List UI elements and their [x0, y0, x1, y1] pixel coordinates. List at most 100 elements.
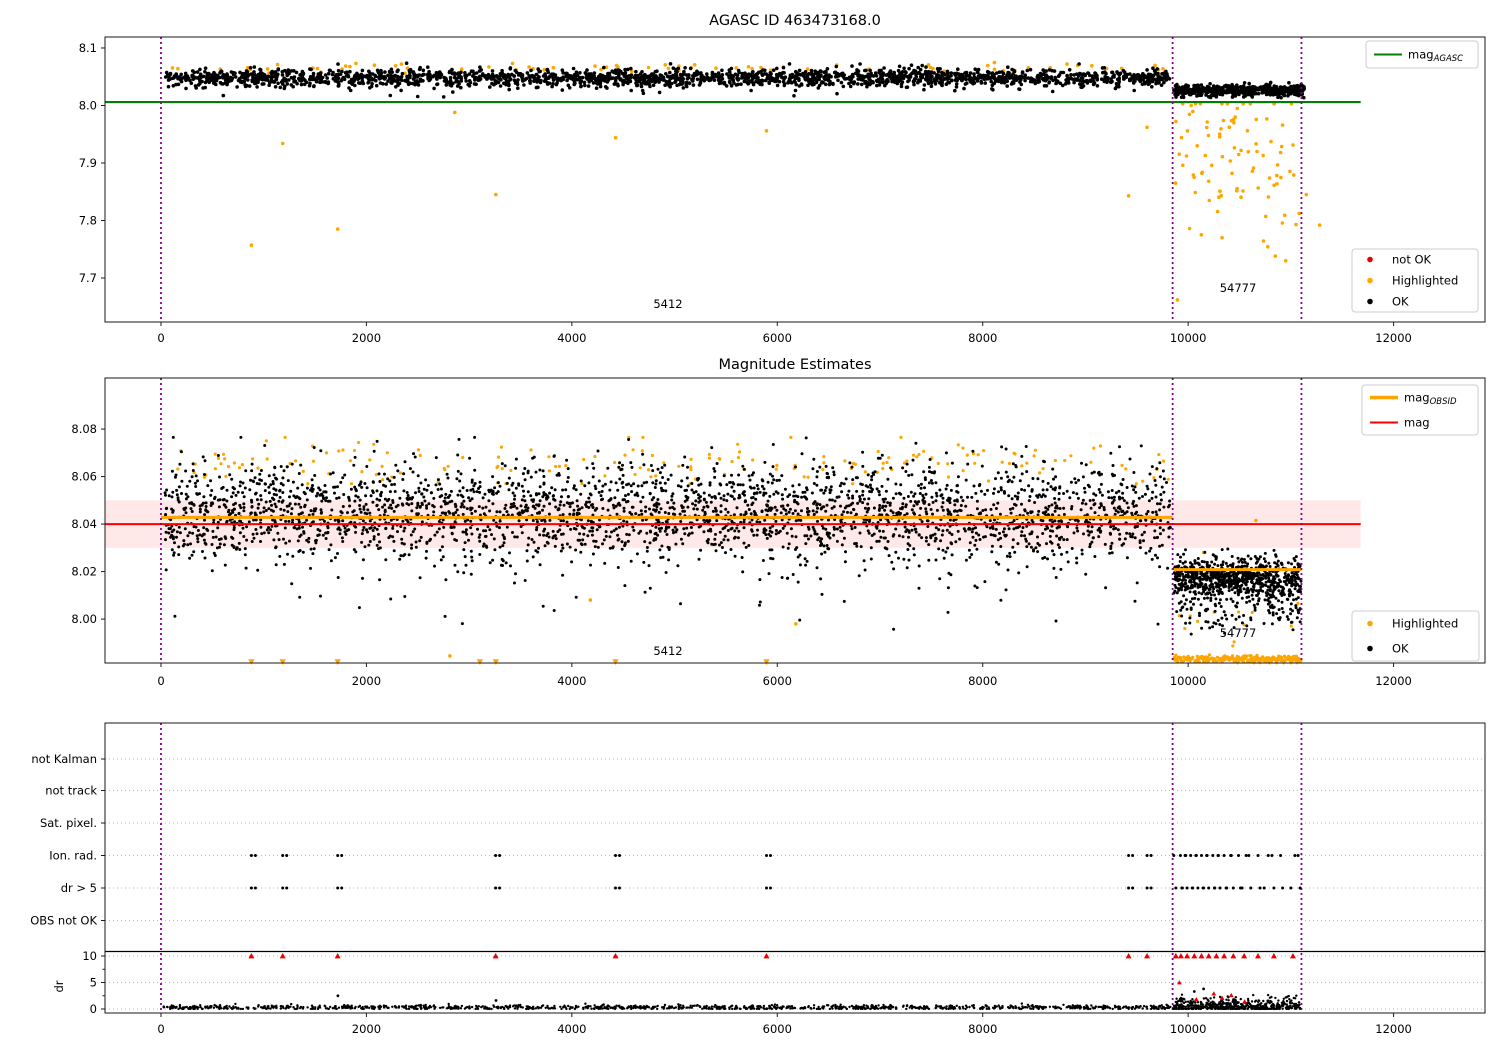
- data-point: [1014, 78, 1019, 82]
- data-point: [470, 478, 474, 482]
- data-point: [640, 88, 645, 93]
- data-point: [525, 549, 529, 553]
- data-point: [537, 69, 541, 74]
- data-point: [171, 435, 175, 439]
- data-point: [1146, 510, 1150, 513]
- data-point: [534, 85, 539, 90]
- data-point: [710, 70, 715, 75]
- data-point: [825, 503, 829, 507]
- data-point: [986, 488, 989, 492]
- data-point: [434, 483, 438, 487]
- data-point: [410, 502, 414, 506]
- data-point: [621, 473, 625, 477]
- data-point: [446, 476, 450, 480]
- data-point: [1048, 534, 1052, 538]
- data-point: [1289, 91, 1293, 96]
- data-point: [554, 505, 558, 509]
- data-point: [989, 75, 994, 80]
- data-point: [1001, 71, 1006, 76]
- data-point: [561, 513, 565, 517]
- data-point: [865, 82, 870, 86]
- data-point: [551, 65, 556, 70]
- data-point: [254, 81, 258, 85]
- data-point: [1251, 166, 1256, 170]
- data-point: [616, 533, 620, 537]
- highlighted-point: [453, 110, 457, 115]
- data-point: [593, 545, 597, 549]
- data-point: [306, 482, 310, 486]
- data-point: [687, 533, 690, 537]
- data-point: [450, 67, 454, 72]
- data-point: [666, 501, 670, 505]
- data-point: [939, 82, 944, 87]
- data-point: [1028, 67, 1033, 72]
- data-point: [1098, 490, 1102, 494]
- data-point: [357, 81, 361, 85]
- data-point: [613, 79, 618, 83]
- data-point: [639, 509, 643, 513]
- data-point: [1199, 655, 1203, 660]
- data-point: [835, 527, 839, 531]
- data-point: [232, 461, 236, 465]
- data-point: [649, 512, 653, 516]
- data-point: [289, 83, 294, 87]
- data-point: [897, 519, 901, 523]
- data-point: [602, 538, 606, 542]
- data-point: [273, 70, 278, 74]
- data-point: [210, 489, 214, 492]
- data-point: [850, 465, 854, 469]
- data-point: [1018, 80, 1022, 84]
- data-point: [498, 484, 502, 488]
- data-point: [739, 82, 743, 86]
- data-point: [558, 76, 563, 81]
- data-point: [1125, 556, 1129, 560]
- data-point: [463, 555, 467, 559]
- data-point: [185, 484, 189, 488]
- data-point: [338, 532, 342, 536]
- x-tick-label: 12000: [1375, 331, 1412, 345]
- data-point: [209, 479, 213, 483]
- data-point: [257, 502, 261, 506]
- data-point: [546, 532, 550, 535]
- data-point: [1080, 552, 1084, 556]
- data-point: [568, 505, 572, 509]
- data-point: [821, 526, 825, 530]
- data-point: [585, 73, 590, 77]
- data-point: [771, 443, 775, 446]
- data-point: [589, 563, 592, 567]
- data-point: [842, 482, 846, 486]
- data-point: [1063, 458, 1067, 463]
- data-point: [368, 519, 372, 523]
- data-point: [573, 81, 577, 86]
- data-point: [713, 475, 717, 479]
- data-point: [793, 88, 798, 93]
- data-point: [439, 558, 443, 562]
- data-point: [999, 545, 1003, 548]
- data-point: [1246, 149, 1251, 154]
- data-point: [1294, 222, 1298, 227]
- data-point: [1157, 453, 1161, 457]
- data-point: [1086, 524, 1090, 528]
- data-point: [883, 83, 887, 88]
- data-point: [593, 64, 597, 68]
- data-point: [779, 511, 783, 515]
- data-point: [944, 487, 948, 491]
- data-point: [1282, 654, 1287, 658]
- data-point: [326, 80, 331, 84]
- obsid-annotation: 5412: [653, 297, 682, 311]
- data-point: [949, 71, 954, 75]
- data-point: [946, 71, 950, 75]
- data-point: [1261, 239, 1266, 243]
- data-point: [582, 532, 586, 536]
- data-point: [396, 469, 400, 473]
- data-point: [1273, 254, 1278, 258]
- data-point: [463, 541, 467, 545]
- data-point: [603, 482, 607, 486]
- data-point: [990, 550, 994, 554]
- y-tick-label: 8.0: [79, 98, 97, 112]
- data-point: [625, 75, 629, 79]
- data-point: [1184, 154, 1189, 158]
- data-point: [1199, 233, 1204, 237]
- data-point: [376, 70, 381, 74]
- data-point: [897, 534, 901, 538]
